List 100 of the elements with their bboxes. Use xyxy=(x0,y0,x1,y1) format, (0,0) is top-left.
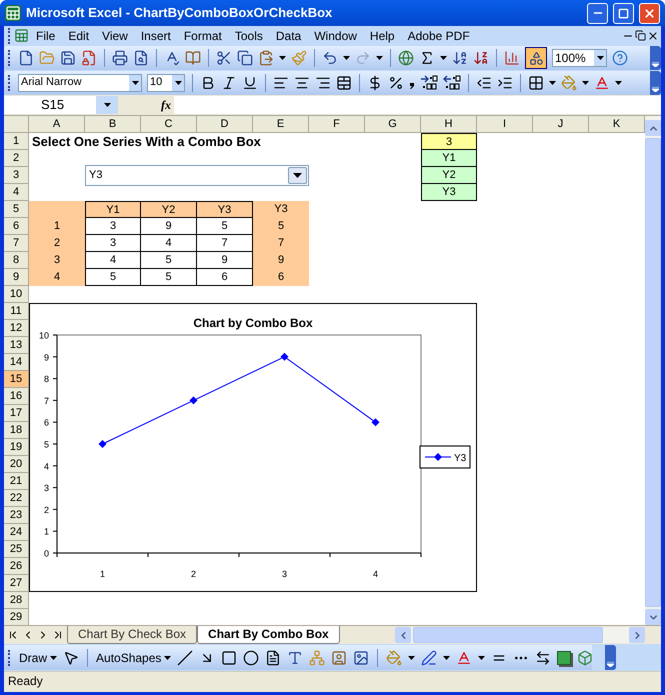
close-button[interactable] xyxy=(639,2,660,24)
spreadsheet-icon[interactable] xyxy=(5,5,21,21)
row-header[interactable]: 5 xyxy=(4,201,29,218)
caret-icon[interactable] xyxy=(549,80,556,84)
caret-icon[interactable] xyxy=(443,656,450,660)
draw-menu-button[interactable]: Draw xyxy=(19,648,58,666)
caret-icon[interactable] xyxy=(343,56,350,60)
caret-icon[interactable] xyxy=(615,80,622,84)
fill-color-icon[interactable] xyxy=(386,650,402,666)
row-header[interactable]: 7 xyxy=(4,235,29,252)
new-document-icon[interactable] xyxy=(18,50,34,66)
formula-field[interactable] xyxy=(174,96,661,114)
horizontal-scrollbar[interactable] xyxy=(395,627,645,643)
function-label[interactable]: fx xyxy=(118,96,174,114)
bar-chart-icon[interactable] xyxy=(504,50,520,66)
align-right-icon[interactable] xyxy=(315,74,331,90)
caret-icon[interactable] xyxy=(478,656,486,660)
decrease-decimal-icon[interactable] xyxy=(443,74,461,90)
first-sheet-icon[interactable] xyxy=(7,629,19,641)
row-header[interactable]: 15 xyxy=(4,371,29,388)
vertical-scrollbar[interactable] xyxy=(645,116,661,625)
undo-icon[interactable] xyxy=(322,50,338,66)
shadow-icon[interactable] xyxy=(557,650,572,664)
row-header[interactable]: 8 xyxy=(4,252,29,269)
paste-icon[interactable] xyxy=(258,50,274,66)
line-color-icon[interactable] xyxy=(421,650,438,666)
caret-icon[interactable] xyxy=(174,80,182,84)
sheet-tab[interactable]: Chart By Combo Box xyxy=(197,626,340,644)
name-box[interactable]: S15 xyxy=(4,96,118,114)
increase-decimal-icon[interactable] xyxy=(420,74,438,90)
caret-icon[interactable] xyxy=(376,56,383,60)
menu-item[interactable]: File xyxy=(30,26,62,44)
copy-icon[interactable] xyxy=(237,50,253,66)
column-header[interactable]: J xyxy=(533,116,589,133)
row-header[interactable]: 25 xyxy=(4,541,29,558)
minimize-button[interactable] xyxy=(587,2,608,24)
align-center-icon[interactable] xyxy=(294,74,310,90)
row-header[interactable]: 11 xyxy=(4,303,29,320)
restore-icon[interactable] xyxy=(635,30,646,41)
menu-item[interactable]: Tools xyxy=(228,26,269,44)
column-header[interactable]: C xyxy=(141,116,197,133)
row-header[interactable]: 14 xyxy=(4,354,29,371)
align-left-icon[interactable] xyxy=(273,74,289,90)
caret-icon[interactable] xyxy=(50,656,58,660)
caret-icon[interactable] xyxy=(164,656,172,660)
menu-item[interactable]: Insert xyxy=(134,26,177,44)
save-icon[interactable] xyxy=(60,50,76,66)
caret-icon[interactable] xyxy=(279,56,286,60)
caret-icon[interactable] xyxy=(132,80,138,84)
font-color-icon[interactable] xyxy=(456,650,472,666)
italic-icon[interactable] xyxy=(221,74,237,90)
caret-icon[interactable] xyxy=(408,656,416,660)
maximize-button[interactable] xyxy=(613,2,634,24)
picture-icon[interactable] xyxy=(353,650,370,666)
rectangle-icon[interactable] xyxy=(221,650,238,666)
row-header[interactable]: 6 xyxy=(4,218,29,235)
row-header[interactable]: 27 xyxy=(4,575,29,592)
row-header[interactable]: 29 xyxy=(4,609,29,626)
fill-color-icon[interactable] xyxy=(561,74,577,90)
autoshapes-menu-button[interactable]: AutoShapes xyxy=(96,648,172,666)
oval-icon[interactable] xyxy=(243,650,260,666)
book-icon[interactable] xyxy=(185,50,201,66)
menu-item[interactable]: View xyxy=(96,26,134,44)
column-header[interactable]: H xyxy=(421,116,477,133)
menu-item[interactable]: Data xyxy=(270,26,308,44)
row-header[interactable]: 13 xyxy=(4,337,29,354)
merge-cells-icon[interactable] xyxy=(336,74,352,90)
column-header[interactable]: B xyxy=(85,116,141,133)
row-header[interactable]: 26 xyxy=(4,558,29,575)
row-header[interactable]: 20 xyxy=(4,456,29,473)
menu-item[interactable]: Help xyxy=(364,26,401,44)
outdent-icon[interactable] xyxy=(476,74,492,90)
last-sheet-icon[interactable] xyxy=(52,629,64,641)
printer-icon[interactable] xyxy=(112,50,128,66)
close-icon[interactable] xyxy=(647,30,659,42)
series-combo-box[interactable]: Y3 xyxy=(85,165,309,186)
text-box-icon[interactable] xyxy=(265,650,282,666)
menu-item[interactable]: Window xyxy=(308,26,363,44)
row-header[interactable]: 4 xyxy=(4,184,29,201)
print-preview-icon[interactable] xyxy=(133,50,149,66)
row-header[interactable]: 17 xyxy=(4,405,29,422)
drawing-toggle-button[interactable] xyxy=(525,47,547,69)
line-icon[interactable] xyxy=(177,650,194,666)
help-icon[interactable] xyxy=(612,50,628,66)
font-field[interactable]: Arial Narrow xyxy=(18,74,142,92)
row-header[interactable]: 22 xyxy=(4,490,29,507)
toolbar-options-button[interactable] xyxy=(650,70,661,94)
column-header[interactable]: E xyxy=(253,116,309,133)
toolbar-options-button[interactable] xyxy=(605,645,616,670)
pointer-icon[interactable] xyxy=(63,650,80,666)
cut-icon[interactable] xyxy=(216,50,232,66)
3d-box-icon[interactable] xyxy=(577,650,594,666)
row-header[interactable]: 21 xyxy=(4,473,29,490)
row-header[interactable]: 28 xyxy=(4,592,29,609)
locked-document-icon[interactable] xyxy=(81,50,97,66)
caret-icon[interactable] xyxy=(440,56,447,60)
menu-item[interactable]: Format xyxy=(178,26,228,44)
column-header[interactable]: G xyxy=(365,116,421,133)
row-header[interactable]: 23 xyxy=(4,507,29,524)
row-header[interactable]: 18 xyxy=(4,422,29,439)
